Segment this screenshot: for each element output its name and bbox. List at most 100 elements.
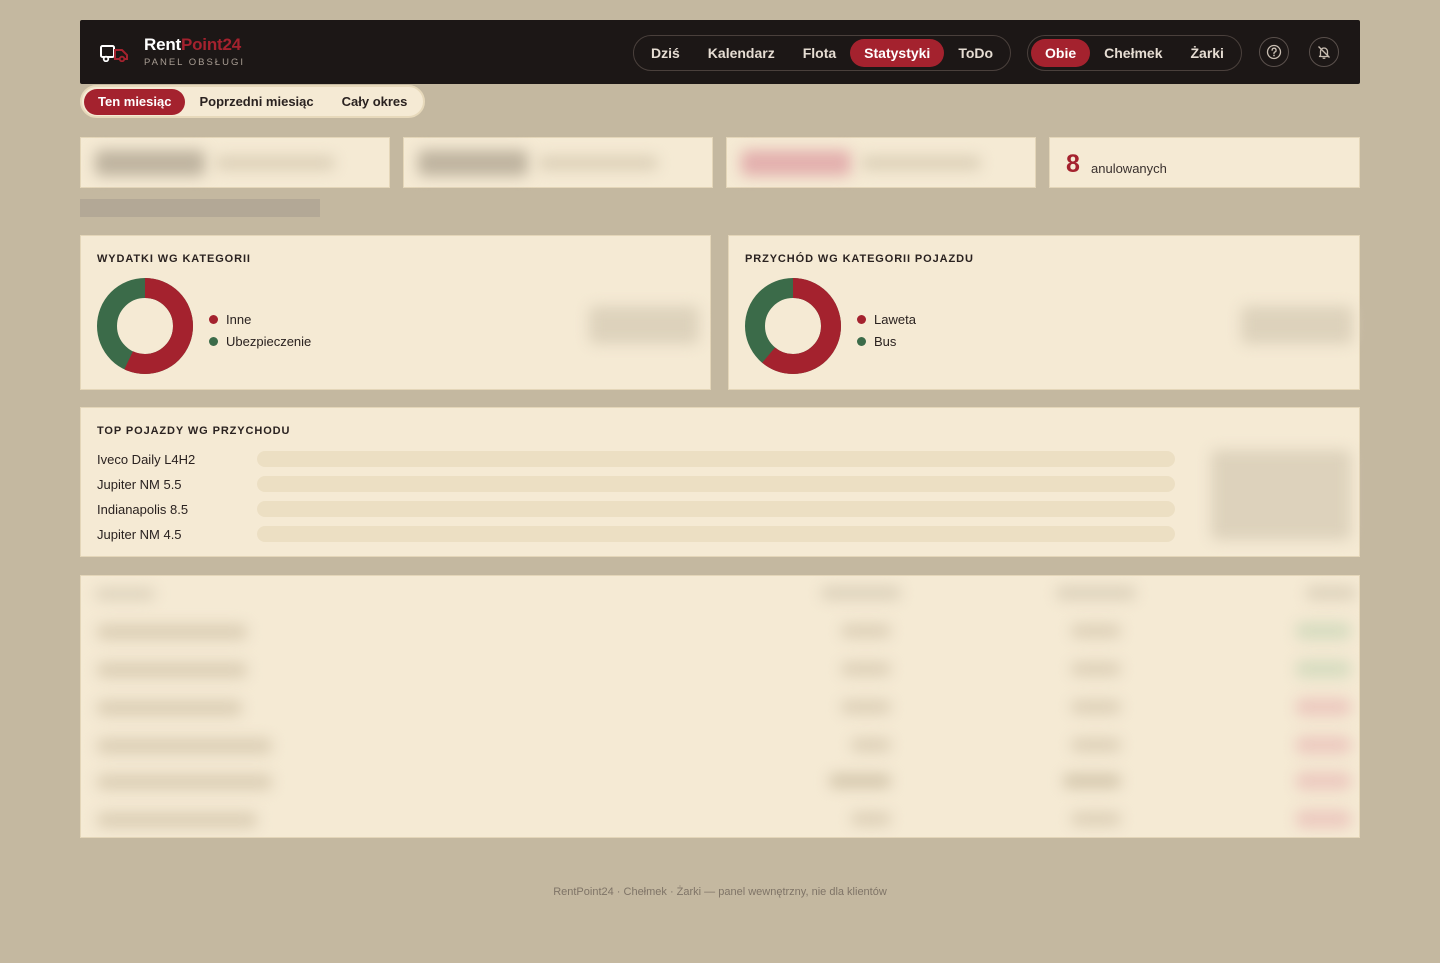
tab-ten-miesiac[interactable]: Ten miesiąc	[84, 88, 186, 115]
legend-item: Bus	[857, 330, 916, 352]
brand[interactable]: RentPoint24 PANEL OBSŁUGI	[144, 35, 245, 68]
vehicle-row: Iveco Daily L4H2	[97, 449, 1175, 469]
stat-card-1	[80, 137, 390, 188]
nav-statystyki[interactable]: Statystyki	[850, 39, 945, 67]
location-chelmek[interactable]: Chełmek	[1090, 39, 1176, 67]
vehicle-name: Indianapolis 8.5	[97, 501, 189, 517]
legend-item: Inne	[209, 308, 311, 330]
blurred-header	[1056, 586, 1136, 600]
nav-flota[interactable]: Flota	[789, 39, 850, 67]
nav-dzis[interactable]: Dziś	[637, 39, 694, 67]
vehicle-name: Jupiter NM 4.5	[97, 526, 182, 542]
blurred-cell	[1071, 812, 1121, 826]
legend-label: Laweta	[874, 311, 916, 327]
top-vehicles-card: TOP POJAZDY WG PRZYCHODU Iveco Daily L4H…	[80, 407, 1360, 557]
revenue-category-card: PRZYCHÓD WG KATEGORII POJAZDU Laweta Bus	[728, 235, 1360, 390]
blurred-cell	[1296, 660, 1351, 678]
location-obie[interactable]: Obie	[1031, 39, 1091, 67]
blurred-value	[741, 150, 851, 176]
vehicle-row: Jupiter NM 5.5	[97, 474, 1175, 494]
brand-subtitle: PANEL OBSŁUGI	[144, 57, 245, 68]
blurred-label	[538, 156, 658, 170]
help-button[interactable]	[1259, 37, 1289, 67]
blurred-cell	[1296, 810, 1351, 828]
blurred-values	[1241, 306, 1353, 344]
main-nav: Dziś Kalendarz Flota Statystyki ToDo	[633, 35, 1012, 71]
vehicle-row: Jupiter NM 4.5	[97, 524, 1175, 544]
blurred-label	[215, 156, 335, 170]
legend-dot	[209, 336, 218, 346]
blurred-values	[589, 306, 699, 344]
tab-poprzedni-miesiac[interactable]: Poprzedni miesiąc	[185, 89, 327, 115]
legend-dot	[857, 336, 866, 346]
legend-label: Bus	[874, 333, 897, 349]
blurred-cell	[97, 662, 247, 678]
vehicle-revenue-bar	[257, 526, 1175, 542]
legend-dot	[857, 314, 866, 324]
vehicle-name: Jupiter NM 5.5	[97, 476, 182, 492]
expenses-card: WYDATKI WG KATEGORII Inne Ubezpieczenie	[80, 235, 711, 390]
blurred-cell	[97, 624, 247, 640]
expenses-legend: Inne Ubezpieczenie	[209, 308, 311, 352]
blurred-value	[95, 150, 205, 176]
truck-logo-icon	[100, 45, 128, 62]
blurred-cell	[1071, 738, 1121, 752]
blurred-label	[861, 156, 981, 170]
period-tabs: Ten miesiąc Poprzedni miesiąc Cały okres	[80, 85, 426, 118]
cancelled-count: 8	[1066, 150, 1080, 178]
legend-label: Ubezpieczenie	[226, 333, 312, 349]
blurred-cell	[841, 662, 891, 676]
revenue-category-title: PRZYCHÓD WG KATEGORII POJAZDU	[745, 253, 974, 265]
legend-dot	[209, 314, 218, 324]
blurred-cell	[1296, 736, 1351, 754]
expenses-title: WYDATKI WG KATEGORII	[97, 253, 251, 265]
vehicle-name: Iveco Daily L4H2	[97, 451, 196, 467]
stat-card-2	[403, 137, 713, 188]
blurred-cell	[851, 738, 891, 752]
blurred-cell	[829, 774, 891, 788]
location-switch: Obie Chełmek Żarki	[1027, 35, 1242, 71]
blurred-cell	[851, 812, 891, 826]
blurred-values	[1211, 450, 1351, 540]
blurred-note	[80, 199, 320, 217]
blurred-header	[95, 588, 155, 600]
location-zarki[interactable]: Żarki	[1176, 39, 1237, 67]
nav-todo[interactable]: ToDo	[944, 39, 1007, 67]
blurred-cell	[841, 624, 891, 638]
cancelled-label: anulowanych	[1091, 161, 1167, 176]
help-circle-icon	[1266, 44, 1282, 60]
legend-item: Ubezpieczenie	[209, 330, 311, 352]
blurred-cell	[1296, 698, 1351, 716]
vehicle-revenue-bar	[257, 451, 1175, 467]
brand-name-part1: Rent	[144, 35, 181, 54]
stat-card-3	[726, 137, 1036, 188]
blurred-cell	[1296, 772, 1351, 790]
stat-card-cancelled: 8 anulowanych	[1049, 137, 1360, 188]
top-vehicles-title: TOP POJAZDY WG PRZYCHODU	[97, 425, 291, 437]
blurred-cell	[97, 812, 257, 828]
blurred-cell	[1063, 774, 1121, 788]
blurred-header	[1306, 586, 1356, 600]
expenses-donut	[97, 278, 193, 374]
blurred-cell	[97, 700, 242, 716]
tab-caly-okres[interactable]: Cały okres	[328, 89, 422, 115]
vehicle-revenue-bar	[257, 501, 1175, 517]
legend-label: Inne	[226, 311, 252, 327]
brand-name-part2: Point24	[180, 35, 241, 54]
blurred-cell	[1071, 624, 1121, 638]
blurred-cell	[841, 700, 891, 714]
blurred-cell	[1296, 622, 1351, 640]
top-bar: RentPoint24 PANEL OBSŁUGI Dziś Kalendarz…	[80, 20, 1360, 84]
vehicle-row: Indianapolis 8.5	[97, 499, 1175, 519]
brand-name: RentPoint24	[144, 35, 245, 55]
notifications-button[interactable]	[1309, 37, 1339, 67]
footer: RentPoint24 · Chełmek · Żarki — panel we…	[553, 886, 887, 898]
blurred-cell	[97, 738, 272, 754]
blurred-value	[418, 150, 528, 176]
blurred-table-card	[80, 575, 1360, 838]
revenue-legend: Laweta Bus	[857, 308, 916, 352]
revenue-donut	[745, 278, 841, 374]
nav-kalendarz[interactable]: Kalendarz	[694, 39, 789, 67]
blurred-cell	[1071, 700, 1121, 714]
blurred-cell	[1071, 662, 1121, 676]
